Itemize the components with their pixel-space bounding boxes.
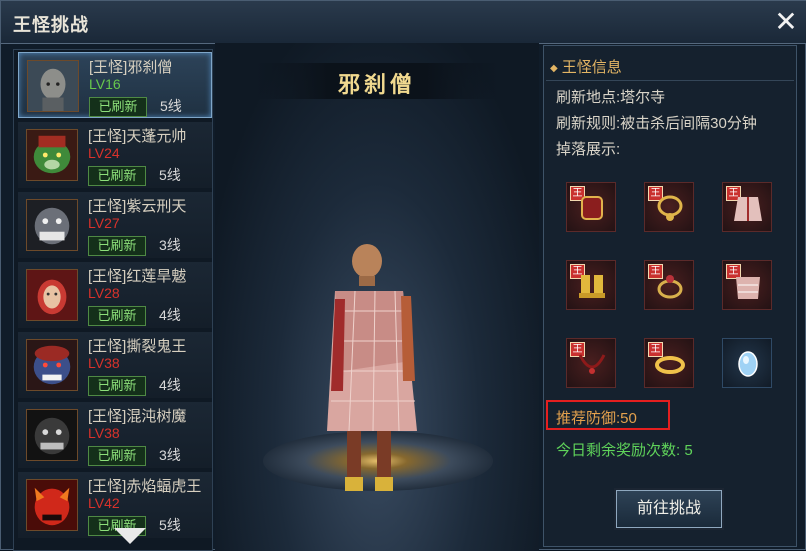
status-badge: 已刷新: [88, 446, 146, 466]
status-badge: 已刷新: [88, 306, 146, 326]
drop-item-slot[interactable]: 王: [644, 338, 694, 388]
recommended-defense: 推荐防御:50: [556, 410, 637, 427]
boss-name: [王怪]红莲旱魃: [88, 268, 187, 285]
drops-label: 掉落展示:: [556, 141, 621, 158]
drop-item-slot[interactable]: 王: [566, 260, 616, 310]
red-haired-woman-face-icon: [26, 269, 78, 321]
blue-ghost-king-face-icon: [26, 339, 78, 391]
boss-name: [王怪]天蓬元帅: [88, 128, 187, 145]
remaining-reward-count: 今日剩余奖励次数: 5: [556, 442, 693, 459]
boss-name: [王怪]撕裂鬼王: [88, 338, 187, 355]
ring-icon: [657, 275, 683, 299]
boss-level: LV28: [88, 285, 120, 301]
server-line: 3线: [159, 237, 181, 253]
boss-list[interactable]: [王怪]邪刹僧 LV16 已刷新 5线 [王怪]天蓬元帅 LV24 已刷新 5线…: [13, 49, 213, 551]
window-title: 王怪挑战: [13, 15, 89, 35]
tunic-icon: [736, 277, 760, 299]
boss-list-item[interactable]: [王怪]混沌树魔 LV38 已刷新 3线: [18, 402, 212, 468]
boss-challenge-window: 王怪挑战 ✕ [王怪]邪刹僧 LV16 已刷新 5线 [王怪]天蓬元帅 LV24…: [0, 0, 806, 551]
drop-item-slot[interactable]: 王: [644, 182, 694, 232]
info-title: ◆ 王怪信息: [550, 56, 622, 77]
status-badge: 已刷新: [88, 376, 146, 396]
amulet-cord-icon: [578, 354, 606, 374]
boss-name: [王怪]混沌树魔: [88, 408, 187, 425]
monk-character-model: [327, 244, 417, 491]
drop-item-slot[interactable]: [722, 338, 772, 388]
boss-level: LV42: [88, 495, 120, 511]
boss-list-item[interactable]: [王怪]红莲旱魃 LV28 已刷新 4线: [18, 262, 212, 328]
bracer-icon: [581, 196, 603, 220]
drop-item-slot[interactable]: 王: [722, 260, 772, 310]
boss-info-panel: ◆ 王怪信息 刷新地点:塔尔寺 刷新规则:被击杀后间隔30分钟 掉落展示: 王 王…: [543, 45, 797, 547]
bald-monk-face-icon: [27, 60, 79, 112]
status-badge: 已刷新: [88, 166, 146, 186]
server-line: 5线: [160, 98, 182, 114]
refresh-location: 刷新地点:塔尔寺: [556, 89, 666, 106]
info-title-text: 王怪信息: [561, 59, 622, 76]
recommended-defense-box: 推荐防御:50: [546, 400, 670, 430]
boss-list-item[interactable]: [王怪]紫云刑天 LV27 已刷新 3线: [18, 192, 212, 258]
chevron-down-icon[interactable]: [114, 528, 146, 544]
boss-level: LV38: [88, 355, 120, 371]
boss-title: 邪刹僧: [337, 72, 416, 98]
boss-name: [王怪]邪刹僧: [89, 59, 173, 76]
gray-demon-face-icon: [26, 199, 78, 251]
drop-item-slot[interactable]: 王: [566, 182, 616, 232]
boss-level: LV38: [88, 425, 120, 441]
drop-item-slot[interactable]: 王: [722, 182, 772, 232]
boss-level: LV27: [88, 215, 120, 231]
boss-list-item[interactable]: [王怪]邪刹僧 LV16 已刷新 5线: [18, 52, 212, 118]
red-bat-tiger-face-icon: [26, 479, 78, 531]
necklace-icon: [657, 195, 683, 221]
boss-list-item[interactable]: [王怪]撕裂鬼王 LV38 已刷新 4线: [18, 332, 212, 398]
boss-preview: 邪刹僧: [215, 43, 539, 551]
blue-gem-icon: [738, 351, 758, 377]
drop-item-slot[interactable]: 王: [644, 260, 694, 310]
server-line: 5线: [159, 167, 181, 183]
server-line: 3线: [159, 447, 181, 463]
gold-band-icon: [655, 356, 685, 374]
drop-item-slot[interactable]: 王: [566, 338, 616, 388]
status-badge: 已刷新: [89, 97, 147, 117]
go-challenge-button[interactable]: 前往挑战: [616, 490, 722, 528]
boss-name: [王怪]紫云刑天: [88, 198, 187, 215]
boss-name-banner: 邪刹僧: [255, 63, 499, 99]
title-bar: 王怪挑战 ✕: [1, 1, 806, 44]
diamond-bullet-icon: ◆: [550, 62, 558, 74]
boss-name: [王怪]赤焰蝠虎王: [88, 478, 202, 495]
server-line: 4线: [159, 307, 181, 323]
boss-list-item[interactable]: [王怪]天蓬元帅 LV24 已刷新 5线: [18, 122, 212, 188]
server-line: 4线: [159, 377, 181, 393]
dark-tree-demon-face-icon: [26, 409, 78, 461]
boots-icon: [579, 275, 605, 298]
boss-level: LV24: [88, 145, 120, 161]
server-line: 5线: [159, 517, 181, 533]
boss-level: LV16: [89, 76, 121, 92]
refresh-rule: 刷新规则:被击杀后间隔30分钟: [556, 115, 757, 132]
status-badge: 已刷新: [88, 236, 146, 256]
divider: [546, 80, 794, 81]
robe-icon: [734, 197, 762, 221]
close-icon[interactable]: ✕: [771, 7, 801, 37]
green-boar-face-icon: [26, 129, 78, 181]
